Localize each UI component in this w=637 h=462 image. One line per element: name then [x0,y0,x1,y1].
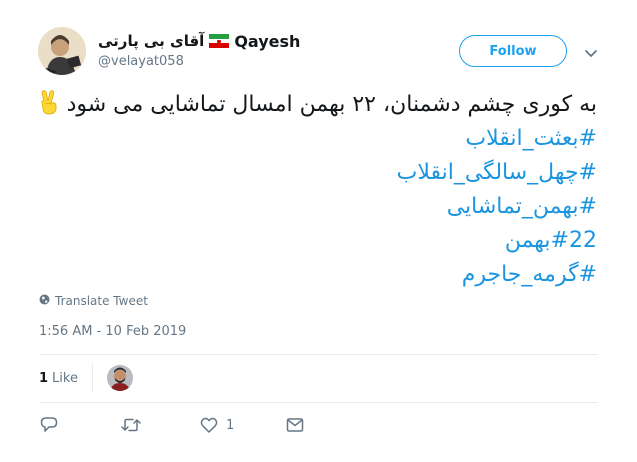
direct-message-button[interactable] [286,417,304,433]
reply-button[interactable] [40,416,120,434]
hashtag-link[interactable]: #گرمه_جاجرم [37,258,597,292]
envelope-icon [286,417,304,433]
divider [39,402,598,403]
author-name-persian[interactable]: آقای بی پارتی [98,32,204,50]
iran-flag-icon [209,34,230,48]
likes-count[interactable]: 1 [39,371,48,386]
retweet-button[interactable] [120,416,200,434]
tweet-actions: 1 [40,414,304,436]
translate-label: Translate Tweet [55,294,148,308]
hashtag-link[interactable]: #بعثت_انقلاب [37,122,597,156]
tweet-stats: 1 Like [39,361,133,395]
divider [91,363,93,393]
tweet-main-text: به کوری چشم دشمنان، ۲۲ بهمن امسال تماشای… [66,92,597,117]
tweet-timestamp[interactable]: 1:56 AM - 10 Feb 2019 [39,324,186,339]
tweet-main-line: به کوری چشم دشمنان، ۲۲ بهمن امسال تماشای… [37,88,597,122]
like-button[interactable]: 1 [200,416,286,434]
tweet-card: آقای بی پارتی Qayesh @velayat058 Follow … [0,0,637,462]
follow-button[interactable]: Follow [459,35,567,67]
author-name-latin[interactable]: Qayesh [234,32,300,51]
hashtag-link[interactable]: #چهل_سالگی_انقلاب [37,156,597,190]
retweet-icon [120,416,142,434]
heart-icon [200,416,218,434]
author-handle[interactable]: @velayat058 [98,54,428,69]
author-avatar[interactable] [38,27,86,75]
likes-label[interactable]: Like [52,371,78,386]
hashtag-link[interactable]: #22بهمن [37,224,597,258]
tweet-text: به کوری چشم دشمنان، ۲۲ بهمن امسال تماشای… [37,88,597,292]
liker-avatar[interactable] [106,365,133,391]
globe-icon [39,294,50,308]
divider [39,354,598,355]
chevron-down-icon[interactable] [584,44,598,57]
like-count: 1 [226,417,235,433]
reply-icon [40,416,58,434]
hashtag-link[interactable]: #بهمن_تماشایی [37,190,597,224]
author-names: آقای بی پارتی Qayesh @velayat058 [98,30,428,70]
translate-tweet-link[interactable]: Translate Tweet [39,294,148,308]
victory-hand-emoji-icon [38,89,60,115]
